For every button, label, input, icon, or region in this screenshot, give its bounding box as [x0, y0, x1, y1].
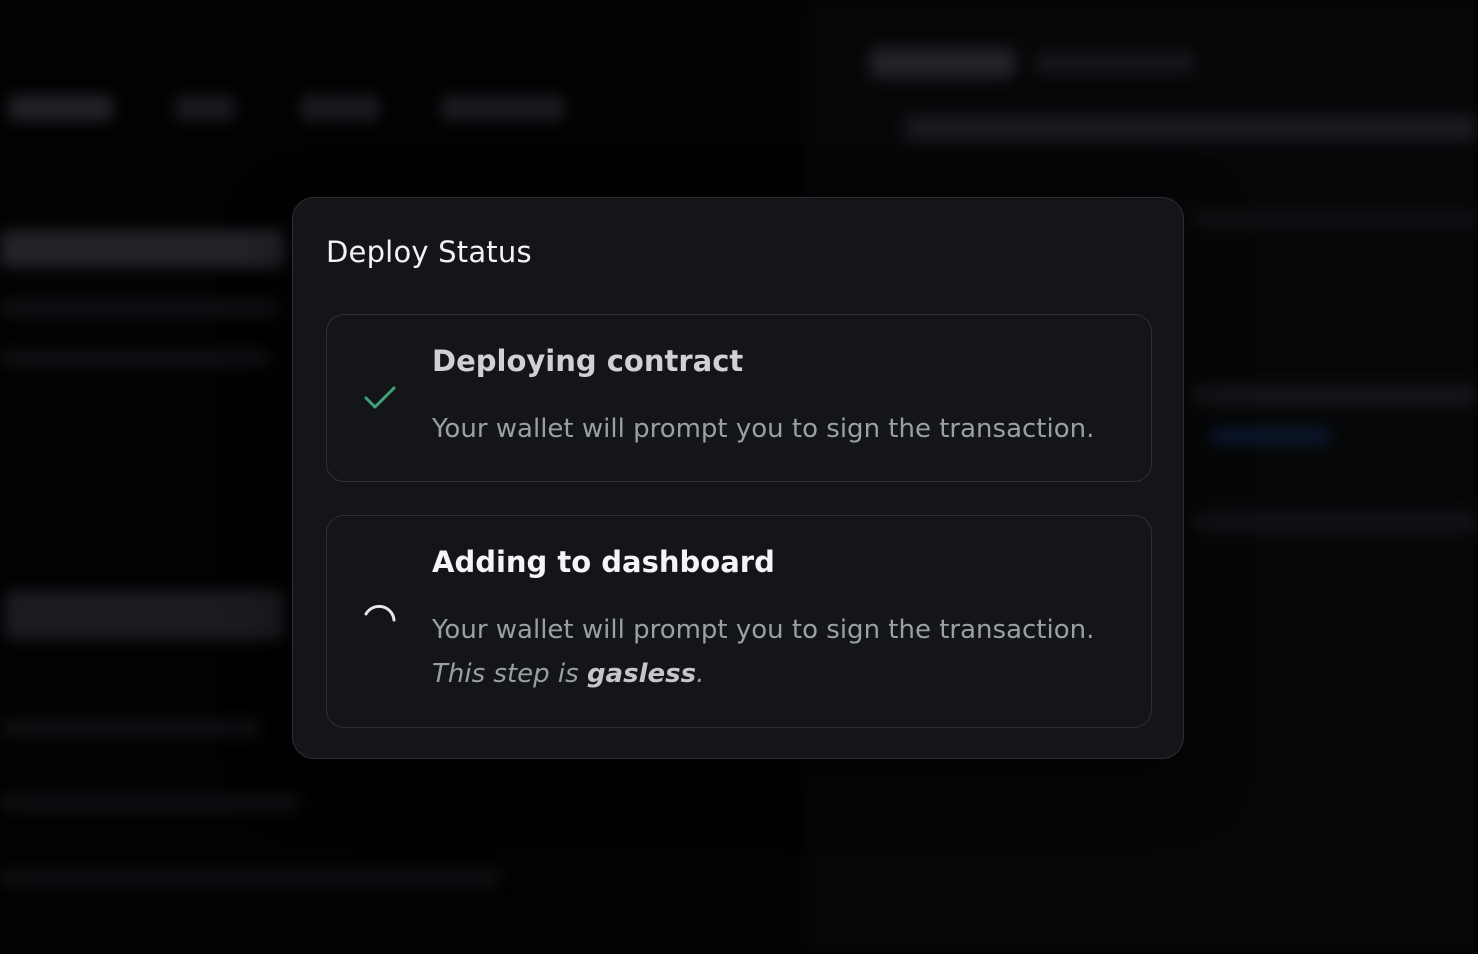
- step-adding-to-dashboard: Adding to dashboard Your wallet will pro…: [326, 515, 1152, 728]
- background-tab-placeholder: [300, 95, 380, 121]
- background-tab-placeholder: [440, 95, 565, 121]
- app-stage: Deploy Status Deploying contract Your wa…: [0, 0, 1478, 954]
- note-suffix: .: [696, 659, 705, 689]
- background-link-placeholder: [1210, 428, 1330, 444]
- background-line-placeholder: [0, 300, 280, 316]
- background-title-placeholder: [1035, 52, 1195, 74]
- background-line-placeholder: [0, 795, 300, 811]
- background-line-placeholder: [0, 720, 260, 736]
- step-title: Adding to dashboard: [432, 545, 775, 579]
- deploy-status-modal: Deploy Status Deploying contract Your wa…: [292, 197, 1184, 759]
- background-line-placeholder: [0, 870, 500, 886]
- background-line-placeholder: [1190, 210, 1478, 228]
- note-emphasis: gasless: [586, 659, 697, 689]
- background-heading-placeholder: [0, 230, 285, 268]
- background-line-placeholder: [1190, 512, 1478, 532]
- modal-title: Deploy Status: [326, 235, 532, 269]
- check-icon: [361, 379, 399, 417]
- step-title: Deploying contract: [432, 344, 744, 378]
- background-line-placeholder: [0, 350, 270, 366]
- background-heading-placeholder: [5, 590, 285, 640]
- step-gasless-note: This step is gasless.: [432, 652, 704, 696]
- background-title-placeholder: [870, 48, 1015, 78]
- background-address-placeholder: [905, 115, 1478, 141]
- step-description: Your wallet will prompt you to sign the …: [432, 414, 1095, 444]
- note-prefix: This step is: [432, 659, 587, 689]
- background-tab-placeholder: [8, 95, 113, 121]
- spinner-icon: [361, 600, 399, 638]
- step-description: Your wallet will prompt you to sign the …: [432, 615, 1095, 645]
- step-deploying-contract: Deploying contract Your wallet will prom…: [326, 314, 1152, 482]
- background-line-placeholder: [1190, 385, 1478, 405]
- background-tab-placeholder: [175, 95, 235, 121]
